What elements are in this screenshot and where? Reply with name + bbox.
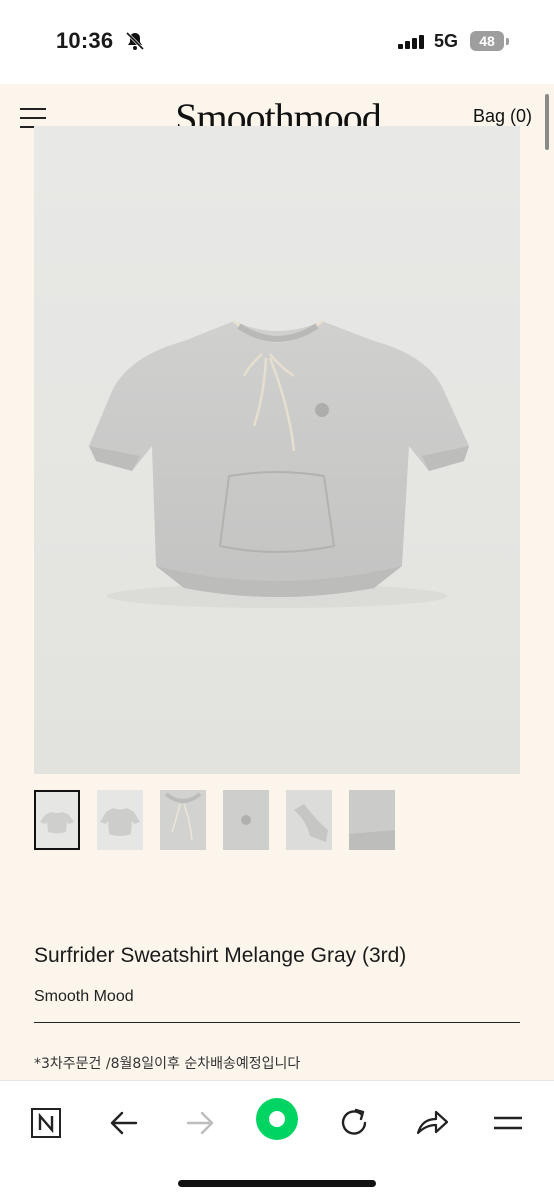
- green-action-button[interactable]: [255, 1097, 299, 1141]
- signal-icon: [398, 35, 424, 49]
- status-time: 10:36: [56, 28, 114, 53]
- share-arrow-icon: [416, 1110, 449, 1135]
- naver-home-button[interactable]: [24, 1101, 68, 1145]
- menu-button[interactable]: [486, 1101, 530, 1145]
- green-dot-icon: [256, 1098, 298, 1140]
- status-bar: 10:36 5G 48: [0, 0, 554, 84]
- reload-icon: [341, 1108, 367, 1135]
- bell-muted-icon: [125, 31, 145, 51]
- thumbnail-2[interactable]: [97, 790, 143, 850]
- home-indicator: [178, 1180, 376, 1187]
- arrow-right-icon: [186, 1111, 214, 1135]
- shipping-notice: *3차주문건 /8월8일이후 순차배송예정입니다: [34, 1056, 301, 1072]
- thumbnail-4[interactable]: [223, 790, 269, 850]
- product-brand[interactable]: Smooth Mood: [34, 988, 134, 1006]
- sweatshirt-illustration: [89, 319, 469, 608]
- forward-button[interactable]: [178, 1101, 222, 1145]
- thumbnail-5[interactable]: [286, 790, 332, 850]
- thumbnail-6[interactable]: [349, 790, 395, 850]
- product-title: Surfrider Sweatshirt Melange Gray (3rd): [34, 944, 407, 967]
- bag-link[interactable]: Bag (0): [473, 106, 532, 127]
- reload-button[interactable]: [332, 1101, 376, 1145]
- battery-nub: [506, 38, 509, 45]
- thumbnail-strip: [34, 790, 520, 852]
- back-button[interactable]: [102, 1101, 146, 1145]
- share-button[interactable]: [410, 1101, 454, 1145]
- divider: [34, 1022, 520, 1023]
- scroll-indicator: [545, 94, 549, 150]
- arrow-left-icon: [110, 1111, 138, 1135]
- naver-n-icon: [31, 1108, 61, 1138]
- thumbnail-1[interactable]: [34, 790, 80, 850]
- product-main-image[interactable]: [34, 126, 520, 774]
- menu-lines-icon: [494, 1116, 522, 1130]
- battery-icon: 48: [470, 31, 504, 51]
- network-type: 5G: [434, 31, 459, 51]
- thumbnail-3[interactable]: [160, 790, 206, 850]
